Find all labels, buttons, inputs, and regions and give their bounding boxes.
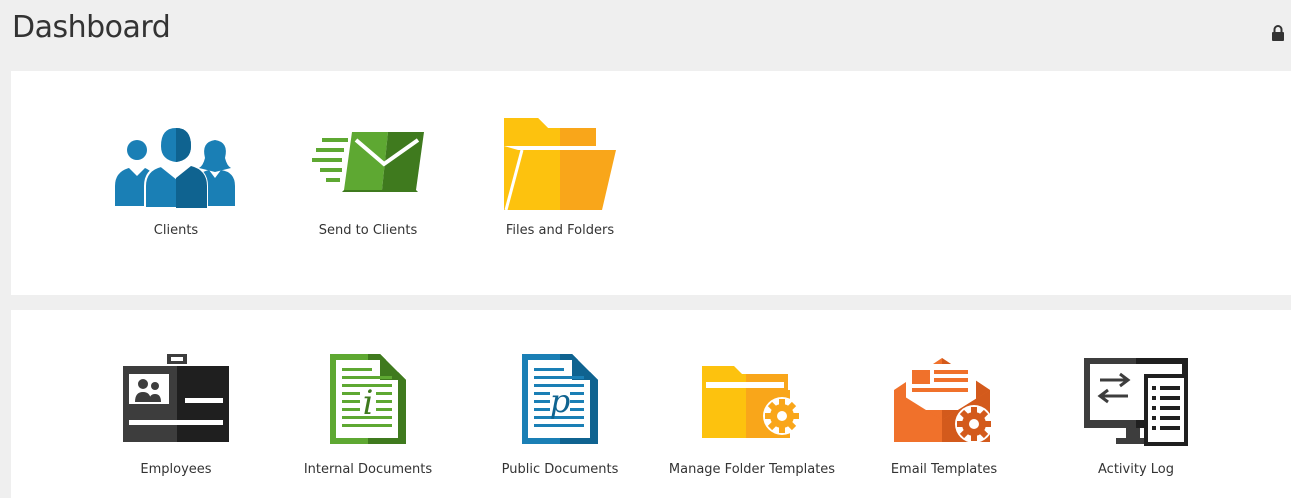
activity-monitor-icon <box>1084 358 1188 446</box>
employees-label: Employees <box>140 462 212 477</box>
email-templates-label: Email Templates <box>890 462 998 477</box>
internal-documents-label: Internal Documents <box>303 462 433 477</box>
page-header: Dashboard <box>0 0 1291 70</box>
email-templates-tile[interactable]: Email Templates <box>849 310 1039 498</box>
clients-tile[interactable]: Clients <box>81 71 271 295</box>
manage-folder-templates-label: Manage Folder Templates <box>668 462 836 477</box>
send-to-clients-icon <box>312 132 424 192</box>
employees-tile[interactable]: Employees <box>81 310 271 498</box>
lock-icon[interactable] <box>1271 24 1285 42</box>
public-document-icon: p <box>522 354 598 444</box>
secondary-panel: Employees i Internal Documents p Public … <box>11 310 1291 498</box>
send-to-clients-tile[interactable]: Send to Clients <box>273 71 463 295</box>
public-documents-label: Public Documents <box>501 462 619 477</box>
email-gear-icon <box>894 358 993 443</box>
internal-document-icon: i <box>330 354 406 444</box>
svg-text:p: p <box>550 382 570 420</box>
activity-log-label: Activity Log <box>1098 462 1174 477</box>
folder-gear-icon <box>702 366 801 438</box>
clients-icon <box>115 128 235 208</box>
employee-badge-icon <box>123 354 229 442</box>
public-documents-tile[interactable]: p Public Documents <box>465 310 655 498</box>
primary-panel: Clients Send to Clients Files and Folder… <box>11 71 1291 295</box>
page-title: Dashboard <box>12 10 171 45</box>
internal-documents-tile[interactable]: i Internal Documents <box>273 310 463 498</box>
files-and-folders-tile[interactable]: Files and Folders <box>465 71 655 295</box>
folder-icon <box>504 118 616 211</box>
svg-text:i: i <box>363 383 374 423</box>
manage-folder-templates-tile[interactable]: Manage Folder Templates <box>657 310 847 498</box>
files-and-folders-label: Files and Folders <box>505 223 615 238</box>
clients-label: Clients <box>153 223 199 238</box>
activity-log-tile[interactable]: Activity Log <box>1041 310 1231 498</box>
send-to-clients-label: Send to Clients <box>318 223 418 238</box>
